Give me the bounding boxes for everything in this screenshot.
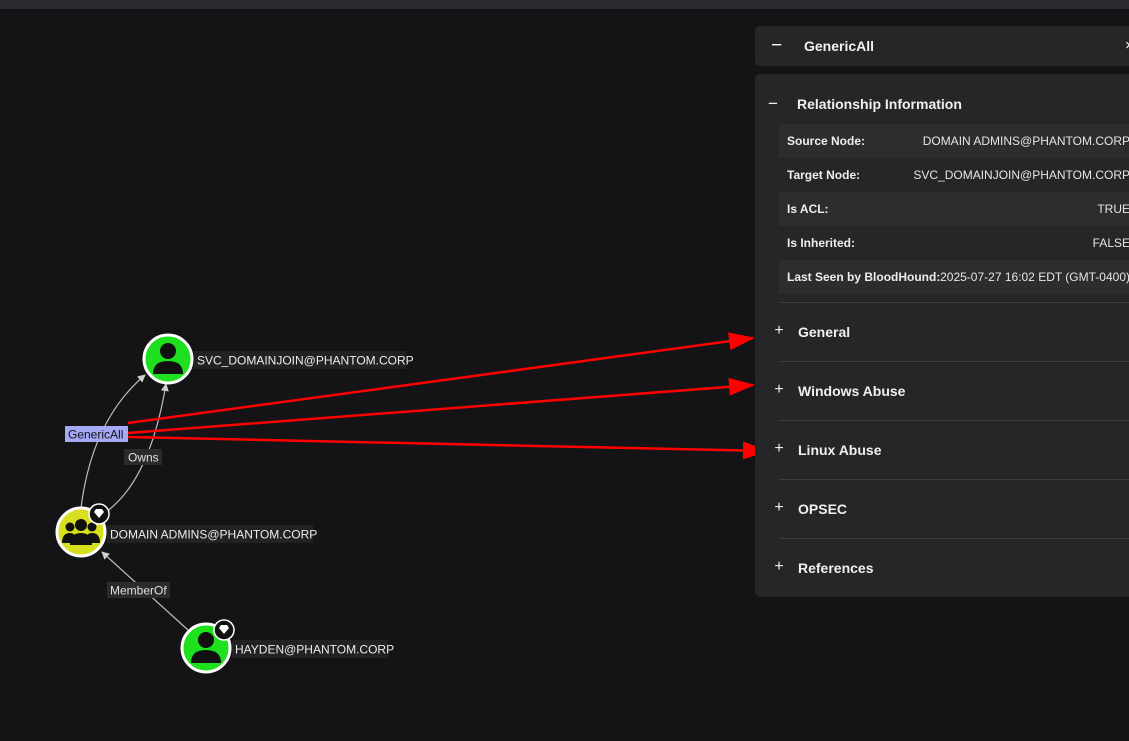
close-icon[interactable]: × <box>1125 37 1129 54</box>
high-value-badge-icon <box>88 503 110 525</box>
info-row-last-seen: Last Seen by BloodHound: 2025-07-27 16:0… <box>779 260 1129 294</box>
node-domain-admins[interactable]: DOMAIN ADMINS@PHANTOM.CORP <box>55 503 317 558</box>
svg-text:MemberOf: MemberOf <box>110 584 167 598</box>
edge-label-owns[interactable]: Owns <box>124 449 162 465</box>
info-row-target-node: Target Node: SVC_DOMAINJOIN@PHANTOM.CORP <box>779 158 1129 192</box>
section-windows-abuse[interactable]: + Windows Abuse <box>774 362 1129 420</box>
edge-label-member-of[interactable]: MemberOf <box>107 582 170 598</box>
section-relationship-information[interactable]: − Relationship Information <box>755 88 1129 118</box>
section-general[interactable]: + General <box>774 303 1129 361</box>
expand-icon[interactable]: + <box>771 558 787 576</box>
info-row-is-inherited: Is Inherited: FALSE <box>779 226 1129 260</box>
edge-panel-header: − GenericAll × <box>755 26 1129 66</box>
svg-text:Owns: Owns <box>128 451 159 465</box>
section-linux-abuse[interactable]: + Linux Abuse <box>774 421 1129 479</box>
section-references[interactable]: + References <box>774 539 1129 597</box>
section-title: General <box>798 324 851 340</box>
info-value: SVC_DOMAINJOIN@PHANTOM.CORP <box>913 168 1129 182</box>
section-opsec[interactable]: + OPSEC <box>774 480 1129 538</box>
info-value: DOMAIN ADMINS@PHANTOM.CORP <box>922 134 1129 148</box>
section-title: Relationship Information <box>797 96 962 112</box>
expand-icon[interactable]: + <box>771 322 787 340</box>
info-key: Source Node: <box>787 134 866 148</box>
info-value: TRUE <box>1097 202 1129 216</box>
high-value-badge-icon <box>213 619 235 641</box>
info-value: 2025-07-27 16:02 EDT (GMT-0400) <box>940 270 1129 284</box>
edge-owns[interactable] <box>105 383 169 513</box>
edge-label-generic-all[interactable]: GenericAll <box>65 426 128 442</box>
node-svc-domainjoin[interactable]: SVC_DOMAINJOIN@PHANTOM.CORP <box>142 333 414 385</box>
section-title: OPSEC <box>798 501 848 517</box>
info-row-is-acl: Is ACL: TRUE <box>779 192 1129 226</box>
node-hayden[interactable]: HAYDEN@PHANTOM.CORP <box>180 619 394 674</box>
info-key: Target Node: <box>787 168 861 182</box>
svg-text:SVC_DOMAINJOIN@PHANTOM.CORP: SVC_DOMAINJOIN@PHANTOM.CORP <box>197 354 414 368</box>
expand-icon[interactable]: + <box>771 499 787 517</box>
edge-info-panel: − Relationship Information Source Node: … <box>755 74 1129 597</box>
collapse-icon[interactable]: − <box>768 94 778 114</box>
section-title: References <box>798 560 874 576</box>
info-row-source-node: Source Node: DOMAIN ADMINS@PHANTOM.CORP <box>779 124 1129 158</box>
info-key: Last Seen by BloodHound: <box>787 270 941 284</box>
info-value: FALSE <box>1092 236 1129 250</box>
info-key: Is Inherited: <box>787 236 856 250</box>
collapse-icon[interactable]: − <box>771 35 782 57</box>
svg-text:DOMAIN ADMINS@PHANTOM.CORP: DOMAIN ADMINS@PHANTOM.CORP <box>110 528 317 542</box>
svg-text:GenericAll: GenericAll <box>68 428 123 442</box>
info-key: Is ACL: <box>787 202 829 216</box>
section-title: Windows Abuse <box>798 383 906 399</box>
expand-icon[interactable]: + <box>771 381 787 399</box>
svg-text:HAYDEN@PHANTOM.CORP: HAYDEN@PHANTOM.CORP <box>235 643 394 657</box>
expand-icon[interactable]: + <box>771 440 787 458</box>
section-title: Linux Abuse <box>798 442 882 458</box>
edge-panel-title: GenericAll <box>804 38 875 54</box>
